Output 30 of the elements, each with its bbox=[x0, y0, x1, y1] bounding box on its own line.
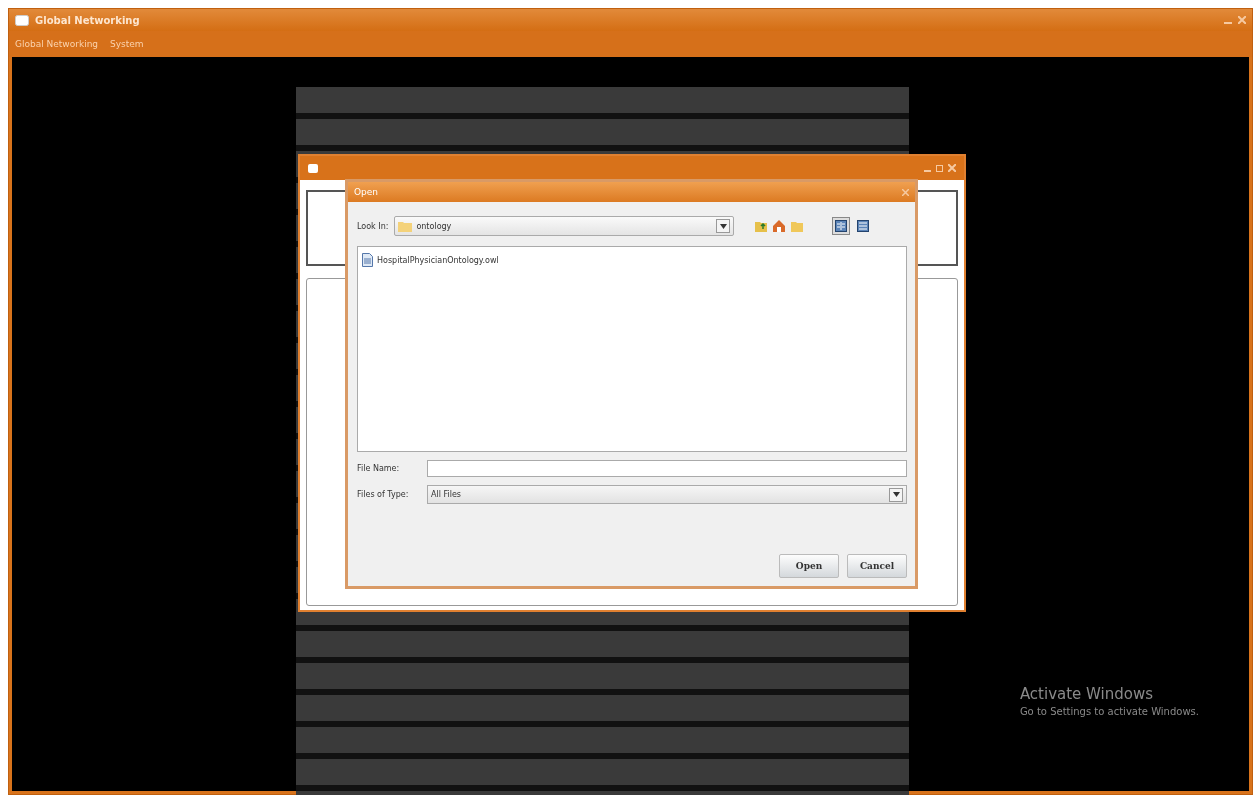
maximize-button[interactable] bbox=[936, 164, 943, 172]
window-icon bbox=[15, 14, 29, 26]
cancel-button[interactable]: Cancel bbox=[847, 554, 907, 578]
look-in-dropdown[interactable]: ontology bbox=[394, 216, 735, 236]
file-type-dropdown[interactable]: All Files bbox=[427, 485, 907, 504]
window-icon bbox=[308, 163, 318, 173]
home-icon bbox=[772, 219, 787, 233]
home-button[interactable] bbox=[772, 219, 787, 233]
document-icon bbox=[362, 253, 373, 267]
up-folder-button[interactable] bbox=[754, 219, 769, 233]
caret-icon bbox=[892, 492, 900, 497]
activation-text: Go to Settings to activate Windows. bbox=[1019, 706, 1199, 717]
list-view-button[interactable] bbox=[832, 217, 851, 235]
folder-up-icon bbox=[754, 219, 769, 233]
file-type-label: Files of Type: bbox=[357, 490, 410, 499]
new-folder-icon bbox=[790, 219, 805, 233]
file-name-field[interactable] bbox=[427, 460, 907, 477]
close-button[interactable] bbox=[1238, 16, 1246, 24]
close-button[interactable] bbox=[948, 164, 956, 172]
new-folder-button[interactable] bbox=[790, 219, 805, 233]
folder-icon bbox=[398, 220, 413, 232]
look-in-label: Look In: bbox=[357, 221, 389, 231]
dialog-title: Open bbox=[354, 187, 379, 197]
file-item[interactable]: HospitalPhysicianOntology.owl bbox=[362, 253, 499, 267]
file-name-label: File Name: bbox=[357, 464, 401, 473]
open-button[interactable]: Open bbox=[779, 554, 839, 578]
close-button[interactable] bbox=[902, 188, 909, 196]
window-title: Global Networking bbox=[35, 14, 140, 26]
activation-title: Activate Windows bbox=[1019, 685, 1155, 703]
caret-icon bbox=[719, 223, 727, 229]
